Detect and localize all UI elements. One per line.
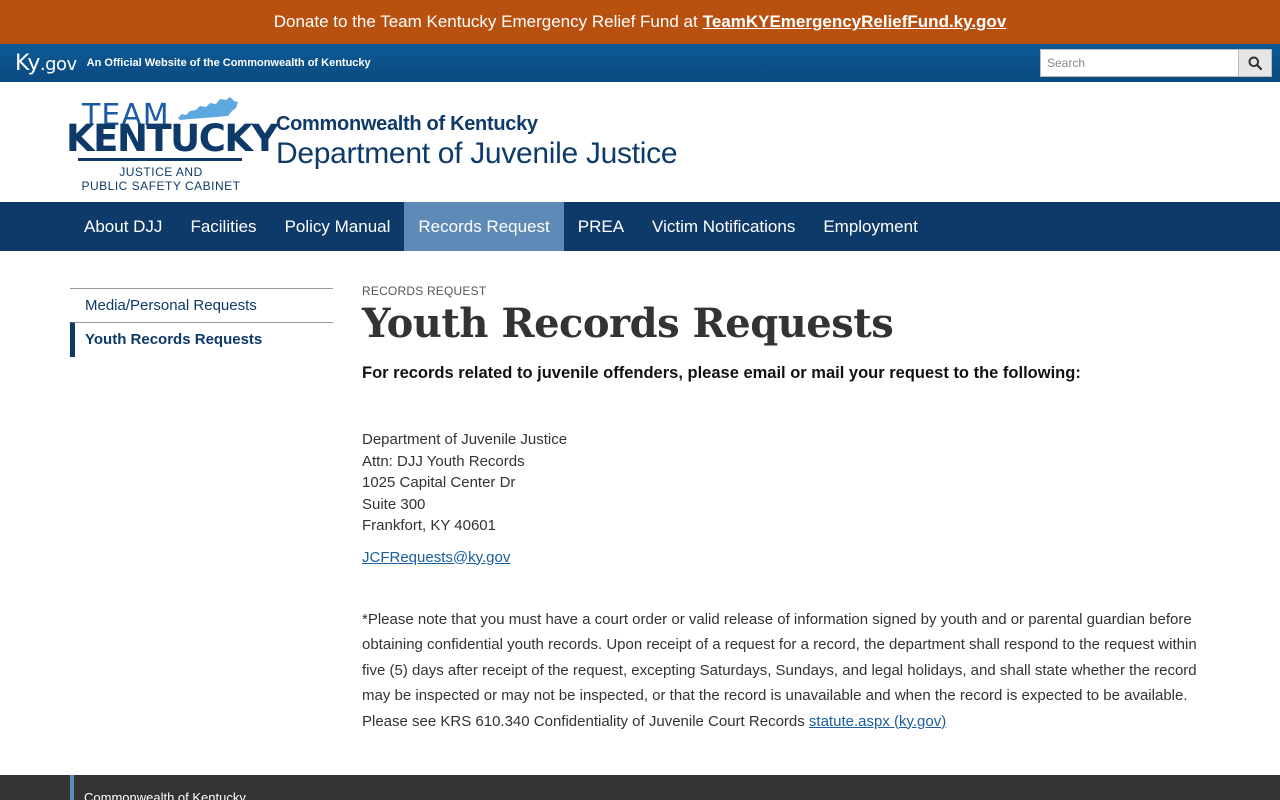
statute-link[interactable]: statute.aspx (ky.gov) (809, 713, 946, 730)
logo-kentucky-text: KENTUCKY (66, 117, 278, 160)
email-link[interactable]: JCFRequests@ky.gov (362, 549, 510, 566)
page-eyebrow: RECORDS REQUEST (362, 284, 487, 298)
nav-item-policy-manual[interactable]: Policy Manual (271, 202, 405, 251)
content-area: Media/Personal Requests Youth Records Re… (0, 251, 1280, 775)
logo-subtitle-line1: JUSTICE AND (119, 165, 203, 179)
nav-item-victim-notifications[interactable]: Victim Notifications (638, 202, 809, 251)
sidebar-navigation: Media/Personal Requests Youth Records Re… (70, 288, 333, 357)
search-input[interactable] (1040, 49, 1238, 77)
address-line: Department of Juvenile Justice (362, 431, 568, 448)
donate-banner: Donate to the Team Kentucky Emergency Re… (0, 0, 1280, 44)
page-title: Youth Records Requests (362, 300, 894, 347)
nav-item-prea[interactable]: PREA (564, 202, 638, 251)
search-form (1040, 49, 1272, 77)
sidebar-item-media-personal-requests[interactable]: Media/Personal Requests (70, 288, 333, 322)
address-line: Frankfort, KY 40601 (362, 517, 496, 534)
confidentiality-note: *Please note that you must have a court … (362, 607, 1222, 735)
note-text: *Please note that you must have a court … (362, 610, 1197, 730)
nav-item-facilities[interactable]: Facilities (176, 202, 270, 251)
brand-department-title[interactable]: Department of Juvenile Justice (276, 137, 678, 171)
main-content: RECORDS REQUEST Youth Records Requests F… (362, 284, 1222, 734)
kygov-header: Ky.gov An Official Website of the Common… (0, 44, 1280, 82)
address-line: Suite 300 (362, 495, 426, 513)
logo-subtitle-line2: PUBLIC SAFETY CABINET (81, 179, 241, 193)
sidebar-item-youth-records-requests[interactable]: Youth Records Requests (70, 322, 333, 357)
donate-text: Donate to the Team Kentucky Emergency Re… (273, 12, 698, 31)
kygov-logo-text: Ky (15, 50, 40, 76)
intro-text: For records related to juvenile offender… (362, 364, 1081, 382)
official-website-text: An Official Website of the Commonwealth … (86, 57, 371, 69)
kygov-logo[interactable]: Ky.gov (15, 51, 77, 76)
brand-text: Commonwealth of Kentucky Department of J… (276, 113, 678, 171)
logo-divider (78, 158, 242, 161)
team-kentucky-logo[interactable]: TEAM KENTUCKY JUSTICE AND PUBLIC SAFETY … (66, 92, 278, 193)
footer-title: Commonwealth of Kentucky (70, 775, 246, 800)
address-line: Attn: DJJ Youth Records (362, 452, 525, 470)
site-brand: TEAM KENTUCKY JUSTICE AND PUBLIC SAFETY … (0, 82, 1280, 202)
nav-item-about-djj[interactable]: About DJJ (70, 202, 176, 251)
footer: Commonwealth of Kentucky (0, 775, 1280, 800)
brand-commonwealth: Commonwealth of Kentucky (276, 113, 538, 135)
kygov-logo-suffix: .gov (39, 53, 77, 75)
main-navigation: About DJJ Facilities Policy Manual Recor… (0, 202, 1280, 251)
search-button[interactable] (1238, 49, 1272, 77)
donate-link[interactable]: TeamKYEmergencyReliefFund.ky.gov (703, 12, 1007, 32)
address-line: 1025 Capital Center Dr (362, 474, 516, 491)
nav-item-employment[interactable]: Employment (809, 202, 931, 251)
search-icon (1248, 56, 1262, 70)
nav-item-records-request[interactable]: Records Request (404, 202, 564, 251)
mailing-address: Department of Juvenile Justice Attn: DJJ… (362, 429, 1222, 537)
